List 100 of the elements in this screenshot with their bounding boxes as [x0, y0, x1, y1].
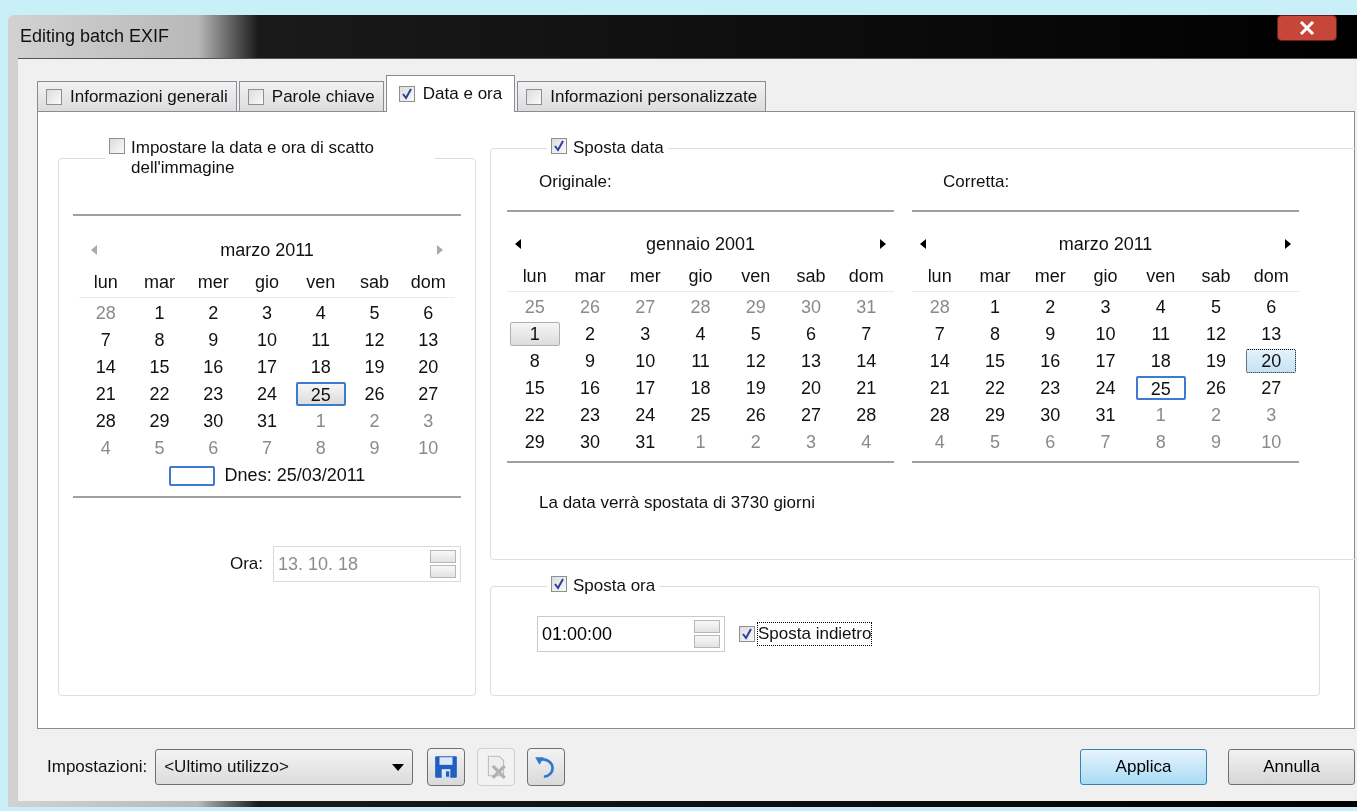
checkbox[interactable] — [46, 88, 62, 105]
calendar-day[interactable]: 13 — [786, 348, 837, 373]
calendar-day[interactable]: 3 — [620, 321, 671, 346]
next-month-icon[interactable] — [1285, 239, 1291, 249]
calendar-day[interactable]: 16 — [564, 375, 615, 400]
next-month-icon[interactable] — [880, 239, 886, 249]
calendar-day[interactable]: 8 — [509, 348, 560, 373]
calendar-day[interactable]: 10 — [242, 327, 292, 352]
calendar-day[interactable]: 4 — [675, 321, 726, 346]
preset-dropdown[interactable]: <Ultimo utilizzo> — [155, 749, 414, 785]
time-offset-field[interactable]: 01:00:00 — [537, 616, 725, 652]
checkbox-label[interactable]: Impostare la data e ora di scatto dell'immagine — [131, 138, 431, 178]
calendar-day[interactable]: 8 — [295, 435, 346, 460]
calendar-day[interactable]: 2 — [564, 321, 615, 346]
calendar-day[interactable]: 16 — [1025, 348, 1076, 373]
calendar-day[interactable]: 16 — [188, 354, 239, 379]
calendar-day[interactable]: 12 — [349, 327, 400, 352]
calendar-day[interactable]: 9 — [564, 348, 615, 373]
tab[interactable]: Data e ora — [385, 75, 516, 112]
dialog-button[interactable]: Annulla — [1228, 749, 1355, 785]
calendar-day[interactable]: 14 — [841, 348, 892, 373]
calendar-day[interactable]: 3 — [1080, 294, 1131, 319]
calendar-day[interactable]: 27 — [1246, 375, 1297, 400]
calendar-day[interactable]: 7 — [80, 327, 131, 352]
calendar-day[interactable]: 5 — [349, 300, 400, 325]
calendar-day[interactable]: 28 — [914, 402, 965, 427]
calendar-day[interactable]: 27 — [786, 402, 837, 427]
calendar-day[interactable]: 22 — [134, 381, 185, 406]
save-button[interactable] — [427, 748, 466, 786]
calendar-day[interactable]: 15 — [969, 348, 1020, 373]
calendar-day[interactable]: 14 — [80, 354, 131, 379]
calendar-day[interactable]: 21 — [841, 375, 892, 400]
calendar-day[interactable]: 11 — [1135, 321, 1186, 346]
calendar-day[interactable]: 23 — [188, 381, 239, 406]
calendar-day[interactable]: 17 — [620, 375, 671, 400]
calendar-day[interactable]: 30 — [564, 429, 615, 454]
calendar-day[interactable]: 17 — [1080, 348, 1131, 373]
calendar-day[interactable]: 30 — [786, 294, 837, 319]
calendar-day[interactable]: 8 — [969, 321, 1020, 346]
calendar-day[interactable]: 25 — [295, 381, 346, 406]
previous-month-icon[interactable] — [515, 239, 521, 249]
calendar-day[interactable]: 11 — [295, 327, 346, 352]
calendar-day[interactable]: 8 — [134, 327, 185, 352]
calendar-day[interactable]: 29 — [134, 408, 185, 433]
calendar-day[interactable]: 26 — [349, 381, 400, 406]
calendar-day[interactable]: 27 — [403, 381, 454, 406]
calendar-day[interactable]: 1 — [675, 429, 726, 454]
calendar-day[interactable]: 3 — [403, 408, 454, 433]
calendar-day[interactable]: 29 — [730, 294, 781, 319]
calendar-day[interactable]: 28 — [841, 402, 892, 427]
calendar-day[interactable]: 1 — [1135, 402, 1186, 427]
calendar-day[interactable]: 1 — [295, 408, 346, 433]
calendar-day[interactable]: 2 — [1191, 402, 1242, 427]
calendar-day[interactable]: 18 — [675, 375, 726, 400]
tab[interactable]: Parole chiave — [238, 81, 384, 111]
checkbox[interactable] — [526, 88, 543, 105]
calendar-day[interactable]: 20 — [1246, 348, 1297, 373]
calendar-day[interactable]: 19 — [1191, 348, 1242, 373]
calendar-day[interactable]: 22 — [509, 402, 560, 427]
calendar-day[interactable]: 13 — [403, 327, 454, 352]
calendar-day[interactable]: 23 — [564, 402, 615, 427]
checkbox[interactable] — [247, 88, 264, 105]
calendar-day[interactable]: 15 — [509, 375, 560, 400]
calendar-day[interactable]: 2 — [1025, 294, 1076, 319]
tab[interactable]: Informazioni generali — [37, 81, 237, 111]
calendar-day[interactable]: 30 — [188, 408, 239, 433]
calendar-day[interactable]: 31 — [620, 429, 671, 454]
calendar-day[interactable]: 23 — [1025, 375, 1076, 400]
calendar-day[interactable]: 24 — [620, 402, 671, 427]
calendar-day[interactable]: 17 — [242, 354, 292, 379]
undo-button[interactable] — [527, 748, 566, 786]
calendar-day[interactable]: 6 — [1246, 294, 1297, 319]
calendar-day[interactable]: 25 — [1135, 375, 1186, 400]
calendar-day[interactable]: 26 — [1191, 375, 1242, 400]
calendar-day[interactable]: 19 — [730, 375, 781, 400]
checkbox-label[interactable]: Sposta ora — [573, 576, 656, 596]
calendar-day[interactable]: 7 — [841, 321, 892, 346]
calendar-day[interactable]: 20 — [786, 375, 837, 400]
calendar-day[interactable]: 3 — [1246, 402, 1297, 427]
calendar-day[interactable]: 21 — [914, 375, 965, 400]
calendar-day[interactable]: 25 — [509, 294, 560, 319]
calendar-day[interactable]: 6 — [786, 321, 837, 346]
calendar-day[interactable]: 9 — [1191, 429, 1242, 454]
calendar-day[interactable]: 3 — [786, 429, 837, 454]
calendar-day[interactable]: 3 — [242, 300, 292, 325]
calendar-day[interactable]: 8 — [1135, 429, 1186, 454]
calendar-day[interactable]: 15 — [134, 354, 185, 379]
calendar-day[interactable]: 12 — [730, 348, 781, 373]
checkbox-label[interactable]: Sposta indietro — [757, 622, 873, 646]
checkbox[interactable] — [398, 86, 415, 102]
calendar-day[interactable]: 20 — [403, 354, 454, 379]
checkbox[interactable] — [551, 576, 567, 592]
calendar-day[interactable]: 7 — [914, 321, 965, 346]
calendar-day[interactable]: 12 — [1191, 321, 1242, 346]
calendar-day[interactable]: 22 — [969, 375, 1020, 400]
calendar-day[interactable]: 2 — [730, 429, 781, 454]
dialog-button[interactable]: Applica — [1080, 749, 1207, 785]
calendar-day[interactable]: 10 — [1080, 321, 1131, 346]
calendar-day[interactable]: 11 — [675, 348, 726, 373]
caret-icon[interactable] — [392, 763, 405, 771]
